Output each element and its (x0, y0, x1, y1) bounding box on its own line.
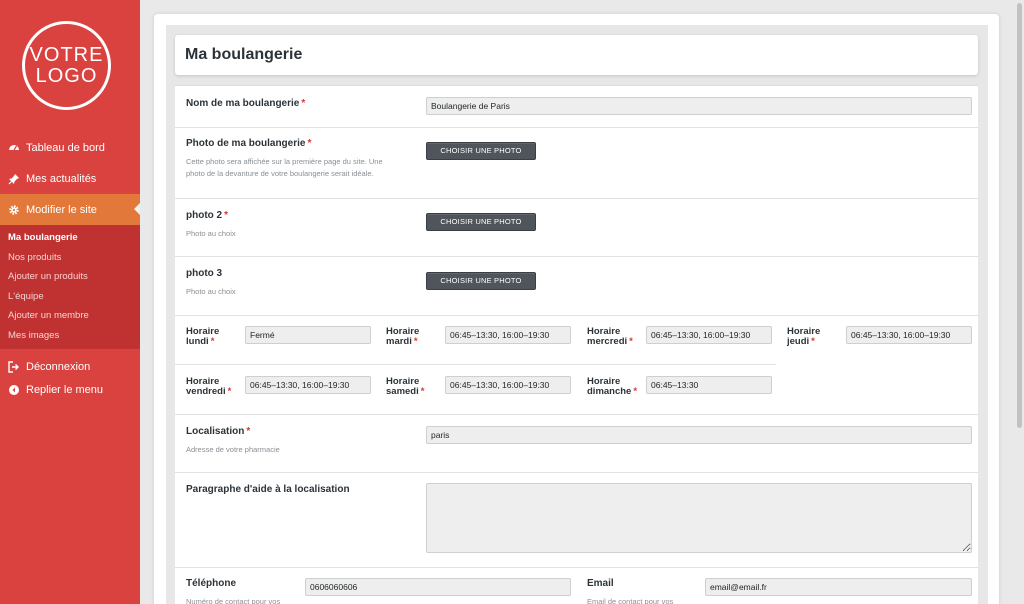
menu-item-logout[interactable]: Déconnexion (0, 355, 140, 378)
submenu-item-ajouter-produits[interactable]: Ajouter un produits (0, 267, 140, 287)
hours-wednesday-input[interactable] (646, 326, 772, 344)
field-desc-photo: Cette photo sera affichée sur la premièr… (186, 157, 383, 178)
field-row-hours: Horairelundi* Horairemardi* Horairemercr… (175, 316, 978, 415)
sidebar: VOTRE LOGO Tableau de bord Mes actualité… (0, 0, 140, 604)
field-row-photo: Photo de ma boulangerie * Cette photo ser… (175, 128, 978, 199)
field-row-name: Nom de ma boulangerie * (175, 86, 978, 128)
hours-label-saturday: Horaire samedi * (386, 376, 425, 397)
field-row-photo3: photo 3 Photo au choix CHOISIR UNE PHOTO (175, 257, 978, 316)
logout-icon (8, 360, 20, 373)
email-input[interactable] (705, 578, 972, 596)
collapse-arrow-icon (8, 384, 20, 396)
menu-label: Replier le menu (26, 383, 104, 396)
menu-label: Tableau de bord (26, 141, 105, 154)
field-desc-location: Adresse de votre pharmacie (186, 445, 280, 454)
hours-monday-input[interactable] (245, 326, 371, 344)
menu-bottom: Déconnexion Replier le menu (0, 355, 140, 401)
menu-item-edit-site[interactable]: Modifier le site (0, 194, 140, 225)
page-scrollbar[interactable] (1016, 0, 1023, 430)
hours-label-tuesday: Horaire mardi * (386, 326, 420, 347)
pushpin-icon (8, 173, 20, 185)
menu-item-news[interactable]: Mes actualités (0, 163, 140, 194)
location-help-textarea[interactable] (426, 483, 972, 553)
page-title: Ma boulangerie (185, 46, 303, 63)
field-desc-phone: Numéro de contact pour vos (186, 597, 281, 604)
field-row-location-help: Paragraphe d'aide à la localisation (175, 473, 978, 568)
field-row-location: Localisation * Adresse de votre pharmacie (175, 415, 978, 473)
hours-label-thursday: Horaire jeudi * (787, 326, 821, 347)
submenu-item-ma-boulangerie[interactable]: Ma boulangerie (0, 228, 140, 248)
field-desc-photo2: Photo au choix (186, 229, 236, 238)
menu-label: Mes actualités (26, 172, 97, 185)
field-row-contact: Téléphone Numéro de contact pour vos Ema… (175, 568, 978, 604)
menu-label: Modifier le site (26, 203, 97, 216)
hours-label-friday: Horaire vendredi * (186, 376, 232, 397)
field-label-email: Email (587, 578, 614, 589)
choose-photo2-button[interactable]: CHOISIR UNE PHOTO (426, 213, 536, 231)
logo[interactable]: VOTRE LOGO (22, 21, 111, 110)
gauge-icon (8, 142, 20, 154)
field-desc-photo3: Photo au choix (186, 287, 236, 296)
field-label-photo3: photo 3 (186, 268, 223, 279)
hours-thursday-input[interactable] (846, 326, 972, 344)
hours-saturday-input[interactable] (445, 376, 571, 394)
menu-item-dashboard[interactable]: Tableau de bord (0, 132, 140, 163)
menu-item-collapse[interactable]: Replier le menu (0, 378, 140, 401)
field-label-phone: Téléphone (186, 578, 237, 589)
logo-text: VOTRE LOGO (29, 43, 104, 87)
admin-menu: Tableau de bord Mes actualités Modifier … (0, 132, 140, 401)
field-label-photo2: photo 2 * (186, 210, 229, 221)
submenu-edit-site: Ma boulangerie Nos produits Ajouter un p… (0, 225, 140, 349)
page-scrollbar-thumb[interactable] (1017, 3, 1022, 428)
field-label-name: Nom de ma boulangerie * (186, 98, 306, 109)
phone-input[interactable] (305, 578, 571, 596)
settings-form: Nom de ma boulangerie* Photo de ma boula… (175, 85, 978, 604)
submenu-item-mes-images[interactable]: Mes images (0, 326, 140, 346)
hours-divider (175, 364, 776, 365)
field-label-location: Localisation * (186, 426, 251, 437)
hours-tuesday-input[interactable] (445, 326, 571, 344)
submenu-item-nos-produits[interactable]: Nos produits (0, 248, 140, 268)
field-label-photo: Photo de ma boulangerie * (186, 138, 312, 149)
field-desc-email: Email de contact pour vos (587, 597, 674, 604)
location-input[interactable] (426, 426, 972, 444)
hours-friday-input[interactable] (245, 376, 371, 394)
gear-icon (8, 204, 20, 216)
field-row-photo2: photo 2 * Photo au choix CHOISIR UNE PHOT… (175, 199, 978, 257)
page-title-bar: Ma boulangerie (175, 35, 978, 75)
submenu-item-ajouter-membre[interactable]: Ajouter un membre (0, 306, 140, 326)
field-label-location-help: Paragraphe d'aide à la localisation (186, 484, 350, 495)
bakery-name-input[interactable] (426, 97, 972, 115)
choose-photo3-button[interactable]: CHOISIR UNE PHOTO (426, 272, 536, 290)
hours-label-sunday: Horaire dimanche * (587, 376, 638, 397)
hours-label-monday: Horaire lundi * (186, 326, 220, 347)
menu-label: Déconnexion (26, 360, 91, 373)
choose-photo-button[interactable]: CHOISIR UNE PHOTO (426, 142, 536, 160)
submenu-item-equipe[interactable]: L'équipe (0, 287, 140, 307)
hours-sunday-input[interactable] (646, 376, 772, 394)
hours-label-wednesday: Horaire mercredi * (587, 326, 633, 347)
